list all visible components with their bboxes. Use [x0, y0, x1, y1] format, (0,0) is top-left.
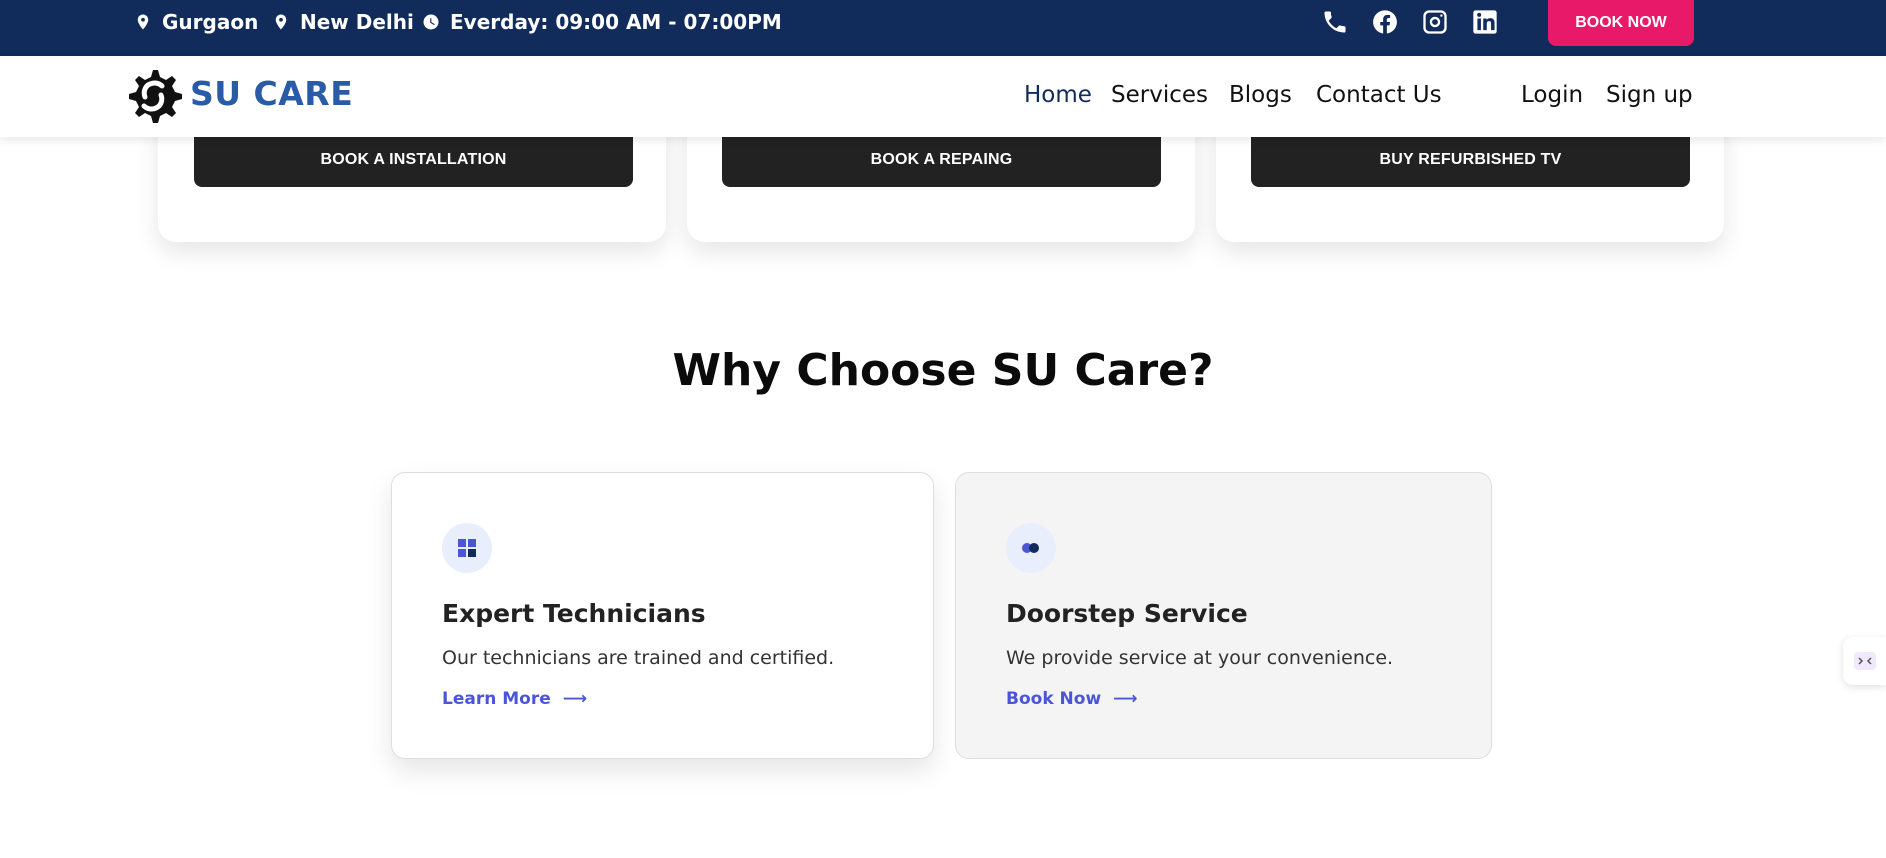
map-pin-icon: [275, 14, 287, 30]
hours-label: Everday: 09:00 AM - 07:00PM: [450, 10, 782, 34]
feature-title: Expert Technicians: [442, 599, 706, 628]
nav-services[interactable]: Services: [1111, 82, 1208, 108]
book-now-button[interactable]: BOOK NOW: [1548, 0, 1694, 46]
arrow-right-icon: ⟶: [562, 689, 588, 709]
location-gurgaon: Gurgaon: [134, 0, 258, 44]
chat-widget-icon[interactable]: [1843, 637, 1886, 685]
location-label: Gurgaon: [162, 10, 259, 34]
book-installation-button[interactable]: BOOK A INSTALLATION: [194, 132, 633, 187]
facebook-icon[interactable]: [1371, 8, 1399, 36]
section-title: Why Choose SU Care?: [672, 345, 1214, 396]
feature-card-doorstep: Doorstep Service We provide service at y…: [955, 472, 1492, 759]
feature-card-expert: Expert Technicians Our technicians are t…: [391, 472, 934, 759]
top-bar: Gurgaon New Delhi Everday: 09:00 AM - 07…: [0, 0, 1886, 56]
logo-text[interactable]: SU CARE: [190, 74, 353, 113]
nav-blogs[interactable]: Blogs: [1229, 82, 1292, 108]
feature-description: Our technicians are trained and certifie…: [442, 647, 835, 669]
gear-logo-icon[interactable]: [124, 66, 182, 126]
link-label: Book Now: [1006, 689, 1102, 709]
arrow-right-icon: ⟶: [1113, 689, 1138, 709]
grid-icon: [442, 523, 492, 573]
link-label: Learn More: [442, 689, 551, 709]
toggle-icon: [1006, 523, 1056, 573]
learn-more-link[interactable]: Learn More ⟶: [442, 689, 587, 709]
map-pin-icon: [137, 14, 149, 30]
feature-title: Doorstep Service: [1006, 599, 1248, 628]
location-label: New Delhi: [300, 10, 414, 34]
nav-contact-us[interactable]: Contact Us: [1316, 82, 1442, 108]
linkedin-icon[interactable]: [1471, 8, 1499, 36]
business-hours: Everday: 09:00 AM - 07:00PM: [422, 0, 782, 44]
clock-icon: [423, 14, 439, 30]
instagram-icon[interactable]: [1421, 8, 1449, 36]
book-now-link[interactable]: Book Now ⟶: [1006, 689, 1138, 709]
feature-description: We provide service at your convenience.: [1006, 647, 1394, 669]
nav-home[interactable]: Home: [1024, 82, 1092, 108]
main-header: SU CARE Home Services Blogs Contact Us L…: [0, 56, 1886, 137]
login-link[interactable]: Login: [1521, 82, 1583, 108]
signup-link[interactable]: Sign up: [1606, 82, 1693, 108]
book-repair-button[interactable]: BOOK A REPAING: [722, 132, 1161, 187]
location-new-delhi: New Delhi: [272, 0, 414, 44]
buy-refurbished-tv-button[interactable]: BUY REFURBISHED TV: [1251, 132, 1690, 187]
phone-icon[interactable]: [1321, 8, 1349, 36]
